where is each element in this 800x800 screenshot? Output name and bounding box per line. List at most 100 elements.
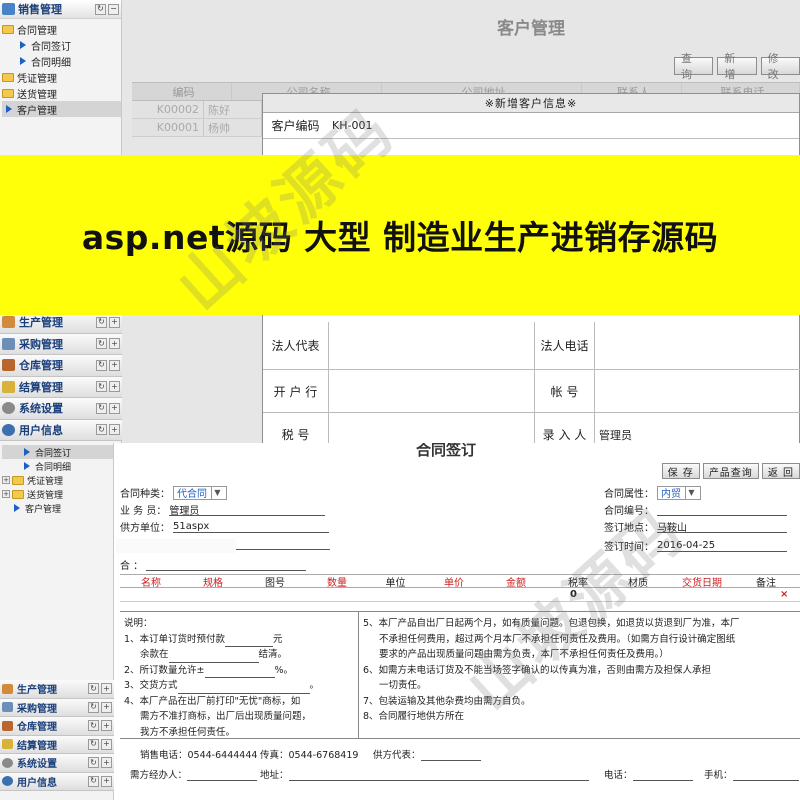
refresh-icon[interactable]: ↻ (96, 381, 107, 393)
expand-icon[interactable]: + (101, 757, 112, 769)
sign-place-field: 签订地点： 马鞍山 (604, 519, 787, 534)
sign-time-input[interactable]: 2016-04-25 (657, 539, 787, 552)
buyer-agent: 需方经办人： (130, 767, 258, 781)
expand-icon[interactable]: + (109, 316, 120, 328)
customer-input[interactable] (146, 558, 307, 571)
query-button[interactable]: 查 询 (674, 52, 714, 81)
leaf-arrow-icon (24, 462, 30, 470)
expand-icon[interactable]: + (101, 683, 112, 695)
refresh-icon[interactable]: ↻ (96, 402, 107, 414)
refresh-icon[interactable]: ↻ (96, 316, 107, 328)
expand-icon[interactable]: + (101, 775, 112, 787)
folder-icon (2, 24, 14, 34)
expand-icon[interactable]: + (109, 402, 120, 414)
col-code[interactable]: 编码 (132, 83, 232, 100)
section-warehouse[interactable]: 仓库管理 ↻ + (0, 355, 122, 377)
section-settlement[interactable]: 结算管理 ↻ + (0, 376, 122, 398)
expand-icon[interactable]: + (109, 338, 120, 350)
salesman-input[interactable]: 管理员 (169, 503, 326, 517)
tree-item-contract-sign[interactable]: 合同签订 (2, 37, 121, 53)
section-purchase[interactable]: 采购管理 ↻ + (0, 333, 122, 355)
contract-attribute-select[interactable]: 内贸 ▼ (657, 485, 701, 500)
refresh-icon[interactable]: ↻ (96, 338, 107, 350)
contract-type-select[interactable]: 代合同 ▼ (173, 485, 227, 500)
salesman-field: 业 务 员： 管理员 (120, 502, 326, 517)
expand-icon[interactable]: + (101, 720, 112, 732)
product-query-button[interactable]: 产品查询 (702, 463, 759, 479)
add-button[interactable]: 新 增 (717, 52, 757, 81)
collapse-icon[interactable]: − (108, 3, 119, 15)
table-row[interactable]: 0 × (120, 588, 800, 602)
refresh-icon[interactable]: ↻ (88, 720, 99, 732)
section-user[interactable]: 用户信息 ↻ + (0, 419, 122, 441)
leaf-arrow-icon (14, 504, 20, 512)
tree-item-contract-detail[interactable]: 合同明细 (2, 53, 121, 69)
tax-input[interactable] (329, 413, 535, 443)
col-unit: 单位 (385, 577, 406, 589)
form-row-legal: 法人代表 法人电话 (263, 322, 800, 370)
tree-item-voucher[interactable]: + 凭证管理 (2, 473, 113, 487)
expand-icon[interactable]: + (109, 381, 120, 393)
section-settlement[interactable]: 结算管理 ↻ + (0, 735, 114, 754)
folder-icon (12, 489, 24, 499)
section-production[interactable]: 生产管理 ↻ + (0, 312, 122, 334)
truck-icon (2, 702, 13, 713)
tree-item-customer[interactable]: 客户管理 (2, 101, 121, 117)
col-quantity: 数量 (327, 577, 347, 589)
banner-text: asp.net源码 大型 制造业生产进销存源码 (81, 218, 719, 257)
legal-phone-input[interactable] (595, 322, 800, 369)
code-input[interactable]: KH-001 (328, 113, 528, 138)
legal-rep-input[interactable] (329, 322, 535, 369)
account-input[interactable] (595, 370, 800, 412)
refresh-icon[interactable]: ↻ (95, 3, 106, 15)
refresh-icon[interactable]: ↻ (88, 683, 99, 695)
section-settings[interactable]: 系统设置 ↻ + (0, 754, 114, 773)
expand-icon[interactable]: + (101, 701, 112, 713)
bank-label: 开 户 行 (263, 370, 329, 412)
save-button[interactable]: 保 存 (661, 463, 700, 479)
section-production[interactable]: 生产管理 ↻ + (0, 680, 114, 699)
edit-button[interactable]: 修 改 (760, 52, 800, 81)
refresh-icon[interactable]: ↻ (88, 738, 99, 750)
contract-no-input[interactable] (657, 503, 787, 516)
section-settings[interactable]: 系统设置 ↻ + (0, 398, 122, 420)
refresh-icon[interactable]: ↻ (96, 359, 107, 371)
tree-item-delivery[interactable]: 送货管理 (2, 85, 121, 101)
sign-place-input[interactable]: 马鞍山 (657, 520, 787, 534)
tree-item-contract[interactable]: 合同管理 (2, 21, 121, 37)
leaf-arrow-icon (20, 57, 26, 65)
section-warehouse[interactable]: 仓库管理 ↻ + (0, 717, 114, 736)
leaf-arrow-icon (6, 105, 12, 113)
sales-tree-bottom: 合同签订 合同明细 + 凭证管理 + 送货管理 客户管理 (0, 443, 113, 515)
page-title: 客户管理 (497, 19, 565, 39)
customer-field: 合 ： (120, 557, 307, 572)
promo-banner: asp.net源码 大型 制造业生产进销存源码 (0, 155, 800, 315)
expand-icon[interactable]: + (101, 738, 112, 750)
terms-right: 5、本厂产品自出厂日起两个月，如有质量问题。包退包换，如退货以货退到厂为准，本厂… (358, 612, 800, 738)
refresh-icon[interactable]: ↻ (88, 775, 99, 787)
refresh-icon[interactable]: ↻ (88, 701, 99, 713)
bank-input[interactable] (329, 370, 535, 412)
section-user[interactable]: 用户信息 ↻ + (0, 772, 114, 791)
user-icon (2, 776, 13, 787)
sign-time-field: 签订时间： 2016-04-25 (604, 538, 787, 553)
tree-item-voucher[interactable]: 凭证管理 (2, 69, 121, 85)
refresh-icon[interactable]: ↻ (88, 757, 99, 769)
expand-icon[interactable]: + (2, 490, 10, 498)
user-icon (2, 423, 15, 436)
tree-item-contract-detail[interactable]: 合同明细 (2, 459, 113, 473)
expand-icon[interactable]: + (109, 424, 120, 436)
section-purchase[interactable]: 采购管理 ↻ + (0, 698, 114, 717)
back-button[interactable]: 返 回 (761, 463, 800, 479)
sidebar-section-sales[interactable]: 销售管理 ↻ − (0, 0, 121, 19)
refresh-icon[interactable]: ↻ (96, 424, 107, 436)
expand-icon[interactable]: + (2, 476, 10, 484)
supplier-input[interactable]: 51aspx (173, 520, 329, 533)
tree-item-contract-sign[interactable]: 合同签订 (2, 445, 113, 459)
dialog-form-lower: 法人代表 法人电话 开 户 行 帐 号 税 号 录 入 人 管理员 (263, 322, 800, 443)
expand-icon[interactable]: + (109, 359, 120, 371)
delete-row-icon[interactable]: × (780, 588, 794, 601)
supplier-field: 供方单位： 51aspx (120, 519, 329, 534)
tree-item-delivery[interactable]: + 送货管理 (2, 487, 113, 501)
tree-item-customer[interactable]: 客户管理 (2, 501, 113, 515)
